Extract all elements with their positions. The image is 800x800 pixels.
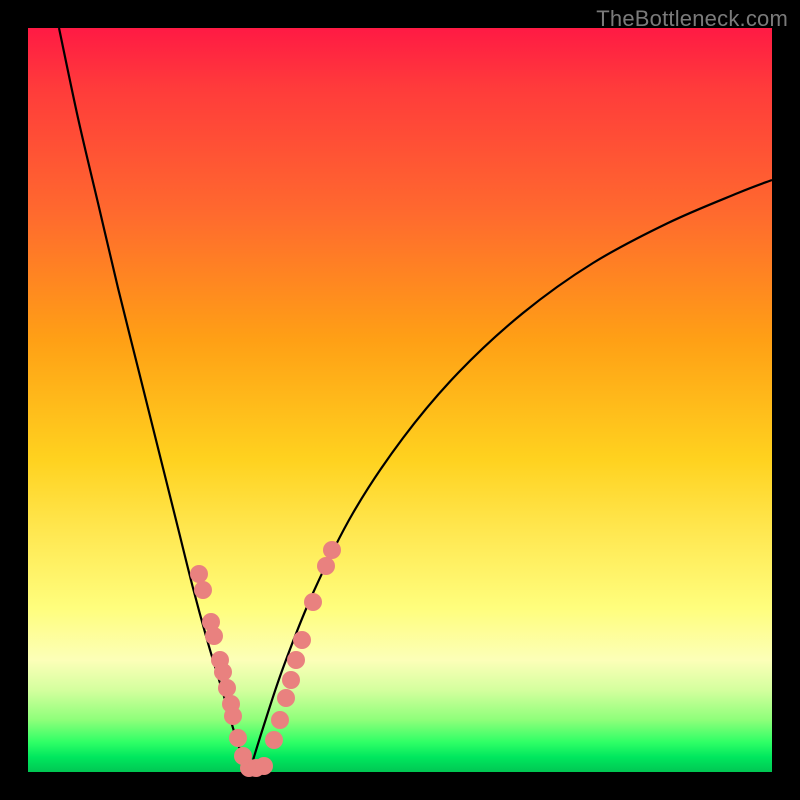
highlighted-points-group <box>190 541 341 777</box>
bottleneck-curve <box>28 28 772 772</box>
curve-right-branch <box>250 180 772 770</box>
highlighted-point <box>282 671 300 689</box>
highlighted-point <box>323 541 341 559</box>
highlighted-point <box>205 627 223 645</box>
highlighted-point <box>317 557 335 575</box>
highlighted-point <box>255 757 273 775</box>
highlighted-point <box>277 689 295 707</box>
highlighted-point <box>194 581 212 599</box>
highlighted-point <box>271 711 289 729</box>
highlighted-point <box>190 565 208 583</box>
highlighted-point <box>214 663 232 681</box>
plot-area <box>28 28 772 772</box>
highlighted-point <box>229 729 247 747</box>
highlighted-point <box>293 631 311 649</box>
highlighted-point <box>224 707 242 725</box>
highlighted-point <box>265 731 283 749</box>
highlighted-point <box>304 593 322 611</box>
highlighted-point <box>218 679 236 697</box>
watermark-text: TheBottleneck.com <box>596 6 788 32</box>
highlighted-point <box>287 651 305 669</box>
